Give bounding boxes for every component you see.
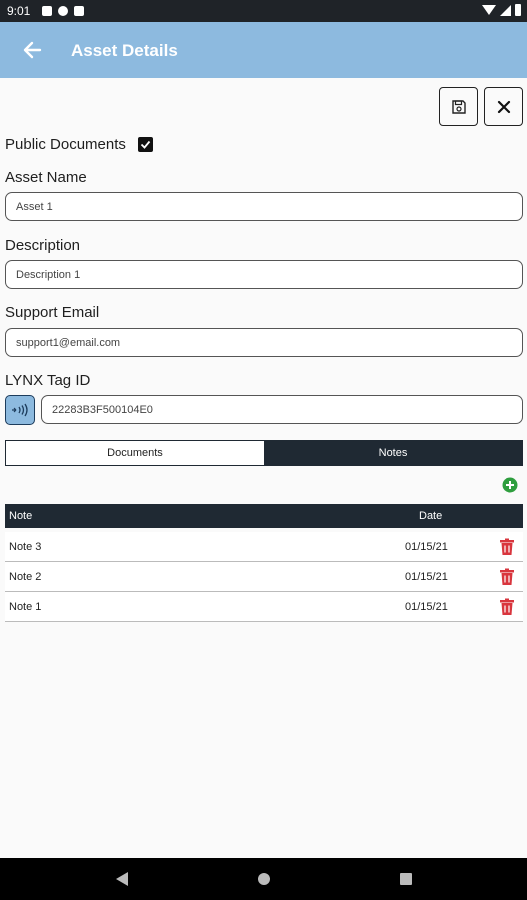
support-email-field[interactable]: support1@email.com xyxy=(5,328,523,357)
tab-notes[interactable]: Notes xyxy=(264,441,522,465)
note-cell: Note 2 xyxy=(9,571,42,583)
system-nav-bar xyxy=(0,858,527,900)
note-cell: Note 3 xyxy=(9,541,42,553)
close-icon xyxy=(497,100,510,113)
date-cell: 01/15/21 xyxy=(405,571,448,583)
note-cell: Note 1 xyxy=(9,601,42,613)
asset-name-field[interactable]: Asset 1 xyxy=(5,192,523,221)
nfc-scan-button[interactable] xyxy=(5,395,35,425)
status-time: 9:01 xyxy=(7,4,31,18)
support-email-label: Support Email xyxy=(5,304,100,321)
nav-recents-icon[interactable] xyxy=(400,873,412,885)
public-documents-row: Public Documents xyxy=(5,136,153,153)
status-bar: 9:01 xyxy=(0,0,527,22)
date-cell: 01/15/21 xyxy=(405,601,448,613)
wifi-icon xyxy=(482,5,496,15)
public-documents-checkbox[interactable] xyxy=(137,137,153,152)
nfc-icon xyxy=(12,403,28,417)
lynx-tag-field[interactable]: 22283B3F500104E0 xyxy=(41,395,523,424)
lynx-tag-label: LYNX Tag ID xyxy=(5,372,91,389)
add-note-icon[interactable] xyxy=(502,477,518,493)
save-icon xyxy=(451,99,466,114)
table-row[interactable]: Note 3 01/15/21 xyxy=(5,532,523,562)
nav-home-icon[interactable] xyxy=(258,873,270,885)
notification-icon xyxy=(42,6,52,16)
signal-icon xyxy=(500,4,511,16)
tab-documents[interactable]: Documents xyxy=(6,441,264,465)
date-cell: 01/15/21 xyxy=(405,541,448,553)
table-row[interactable]: Note 2 01/15/21 xyxy=(5,562,523,592)
column-header-date: Date xyxy=(419,510,443,522)
system-icons xyxy=(482,4,521,16)
check-icon xyxy=(140,140,151,149)
public-documents-label: Public Documents xyxy=(5,136,126,153)
description-field[interactable]: Description 1 xyxy=(5,260,523,289)
app-bar: Asset Details xyxy=(0,22,527,78)
column-header-note: Note xyxy=(9,510,33,522)
nav-back-icon[interactable] xyxy=(115,871,129,892)
sd-card-icon xyxy=(74,6,84,16)
page-title: Asset Details xyxy=(71,41,178,60)
delete-icon[interactable] xyxy=(499,538,515,556)
asset-name-label: Asset Name xyxy=(5,169,87,186)
documents-notes-tabs: Documents Notes xyxy=(5,440,523,466)
save-button[interactable] xyxy=(439,87,478,126)
close-button[interactable] xyxy=(484,87,523,126)
notification-icon xyxy=(58,6,68,16)
description-label: Description xyxy=(5,237,81,254)
notes-table-header: Note Date xyxy=(5,504,523,528)
delete-icon[interactable] xyxy=(499,598,515,616)
delete-icon[interactable] xyxy=(499,568,515,586)
notification-icons xyxy=(42,6,84,16)
battery-icon xyxy=(515,4,521,16)
back-arrow-icon[interactable] xyxy=(18,36,46,64)
table-row[interactable]: Note 1 01/15/21 xyxy=(5,592,523,622)
